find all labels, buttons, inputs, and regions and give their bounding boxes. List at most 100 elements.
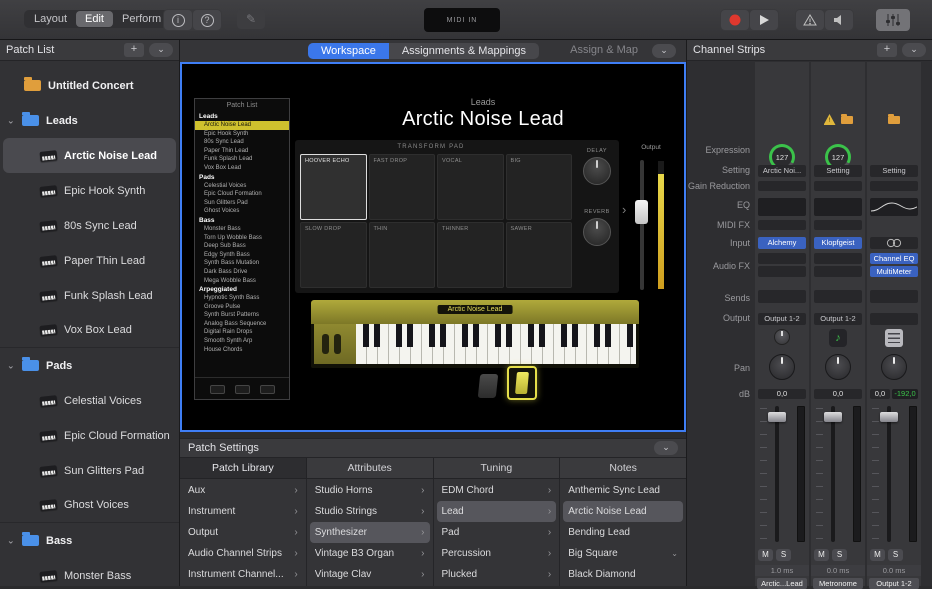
library-item[interactable]: Vintage B3 Organ› [310,543,430,564]
mode-layout-button[interactable]: Layout [25,11,76,27]
fader-cap[interactable] [880,412,898,422]
channel-strip-name[interactable]: Output 1-2 [869,578,919,589]
setting-button[interactable]: Setting [814,165,862,177]
volume-db-value[interactable]: 0,0 [758,389,806,399]
tab-workspace[interactable]: Workspace [308,43,389,59]
eq-thumbnail-slot[interactable] [758,198,806,216]
pan-knob[interactable] [769,354,795,380]
mini-list-item[interactable]: Hypnotic Synth Bass [195,294,289,303]
add-patch-button[interactable]: + [124,43,144,57]
mini-list-item[interactable]: Paper Thin Lead [195,147,289,156]
mute-button[interactable]: M [758,549,773,561]
master-stepper-icon[interactable] [885,329,903,347]
library-item[interactable]: Synthesizer› [310,522,430,543]
transform-pad-cell[interactable]: THIN [369,222,436,288]
mini-list-item[interactable]: Digital Rain Drops [195,328,289,337]
mini-list-item[interactable]: Mega Wobble Bass [195,277,289,286]
disclosure-triangle-icon[interactable]: ⌄ [7,360,15,371]
library-item[interactable]: Studio Strings› [310,501,430,522]
audio-fx-slot[interactable] [814,253,862,264]
patch-list-item[interactable]: Celestial Voices [0,383,179,418]
audio-fx-slot[interactable]: Channel EQ [870,253,918,264]
panic-button[interactable] [796,10,824,30]
library-item[interactable]: EDM Chord› [437,480,557,501]
audio-fx-slot[interactable] [758,266,806,277]
mini-list-item[interactable]: Edgy Synth Bass [195,251,289,260]
patch-list-item[interactable]: 80s Sync Lead [0,208,179,243]
midi-fx-slot[interactable] [814,220,862,230]
mini-list-item[interactable]: Synth Bass Mutation [195,259,289,268]
keyboard-keys[interactable] [356,324,636,364]
mini-list-item[interactable]: Arctic Noise Lead [195,121,289,130]
channel-strip-name[interactable]: Metronome [813,578,863,589]
tab-attributes[interactable]: Attributes [307,458,434,478]
transform-pad-cell[interactable]: THINNER [437,222,504,288]
input-slot[interactable]: Klopfgeist [814,237,862,249]
mute-button[interactable]: M [814,549,829,561]
patch-list-item[interactable]: Epic Cloud Formation [0,418,179,453]
sends-slot[interactable] [758,290,806,303]
patch-list-item[interactable]: Vox Box Lead [0,313,179,348]
library-item[interactable]: Audio Channel Strips› [183,543,303,564]
solo-button[interactable]: S [776,549,791,561]
master-mute-button[interactable] [825,10,853,30]
tab-tuning[interactable]: Tuning [434,458,561,478]
patch-list-action-menu-button[interactable]: ⌄ [149,43,173,57]
mode-perform-button[interactable]: Perform [113,11,170,27]
play-button[interactable] [750,10,778,30]
pitch-wheel[interactable] [322,334,329,354]
library-item[interactable]: Instrument› [183,501,303,522]
mini-list-item[interactable]: Analog Bass Sequence [195,320,289,329]
tuner-button[interactable]: i [164,10,192,30]
expression-mini-knob-icon[interactable] [774,329,790,345]
gain-reduction-slot[interactable] [870,181,918,191]
mini-list-item[interactable]: 80s Sync Lead [195,138,289,147]
transform-pad-cell[interactable]: BIG [506,154,573,220]
patch-list-item[interactable]: Ghost Voices [0,488,179,523]
library-item[interactable]: Lead› [437,501,557,522]
output-slot[interactable]: Output 1-2 [758,313,806,325]
mode-edit-button[interactable]: Edit [76,11,113,27]
transform-pad-cell[interactable]: HOOVER ECHO [300,154,367,220]
mini-list-item[interactable]: Deep Sub Bass [195,242,289,251]
disclosure-triangle-icon[interactable]: ⌄ [7,535,15,546]
reverb-knob[interactable] [583,218,611,246]
fader-cap[interactable] [824,412,842,422]
channel-strips-action-menu-button[interactable]: ⌄ [902,43,926,57]
tab-assignments-mappings[interactable]: Assignments & Mappings [389,43,539,59]
disclosure-triangle-icon[interactable]: ⌄ [7,115,15,126]
input-format-button[interactable] [870,237,918,249]
patch-list-folder[interactable]: ⌄Bass [0,523,179,558]
mini-list-item[interactable]: Groove Pulse [195,303,289,312]
pedal-highlighted[interactable] [507,366,537,400]
mini-list-item[interactable]: Smooth Synth Arp [195,337,289,346]
mini-control[interactable] [210,385,225,394]
mini-list-item[interactable]: Torn Up Wobble Bass [195,234,289,243]
gain-reduction-slot[interactable] [758,181,806,191]
mod-wheel[interactable] [334,334,341,354]
tab-patch-library[interactable]: Patch Library [180,458,307,478]
mini-list-item[interactable]: Epic Cloud Formation [195,190,289,199]
patch-list-concert[interactable]: Untitled Concert [0,68,179,103]
midi-fx-slot[interactable] [758,220,806,230]
channel-strips-toggle-button[interactable] [876,9,910,31]
output-slot[interactable] [870,313,918,325]
input-slot[interactable]: Alchemy [758,237,806,249]
transform-pad-cell[interactable]: FAST DROP [369,154,436,220]
workspace-action-menu-button[interactable]: ⌄ [652,44,676,58]
patch-list-item[interactable]: Funk Splash Lead [0,278,179,313]
eq-thumbnail[interactable] [870,198,918,216]
gain-reduction-slot[interactable] [814,181,862,191]
mini-list-item[interactable]: Celestial Voices [195,182,289,191]
audio-fx-slot[interactable] [814,266,862,277]
transform-pad-cell[interactable]: VOCAL [437,154,504,220]
mini-list-item[interactable]: Synth Burst Patterns [195,311,289,320]
audio-fx-slot[interactable]: MultiMeter [870,266,918,277]
library-item[interactable]: Arctic Noise Lead [563,501,683,522]
mini-control[interactable] [235,385,250,394]
mini-list-item[interactable]: Funk Splash Lead [195,155,289,164]
library-item[interactable]: Instrument Channel...› [183,564,303,585]
mini-list-item[interactable]: Dark Bass Drive [195,268,289,277]
sends-slot[interactable] [870,290,918,303]
patch-list-folder[interactable]: ⌄Leads [0,103,179,138]
